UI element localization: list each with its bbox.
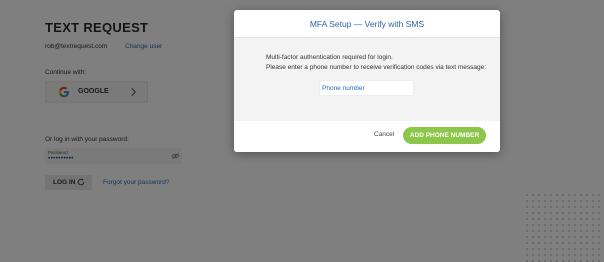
add-phone-number-button[interactable]: ADD PHONE NUMBER <box>403 127 486 144</box>
phone-number-input[interactable] <box>319 80 414 96</box>
dialog-body: Multi-factor authentication required for… <box>234 38 500 121</box>
dialog-footer: Cancel ADD PHONE NUMBER <box>234 121 500 152</box>
dialog-header: MFA Setup — Verify with SMS <box>234 10 500 38</box>
dialog-title: MFA Setup — Verify with SMS <box>309 18 425 29</box>
mfa-required-message: Multi-factor authentication required for… <box>266 54 393 61</box>
phone-instructions: Please enter a phone number to receive v… <box>266 64 487 71</box>
mfa-setup-dialog: MFA Setup — Verify with SMS Multi-factor… <box>234 10 500 152</box>
cancel-button[interactable]: Cancel <box>374 131 394 138</box>
